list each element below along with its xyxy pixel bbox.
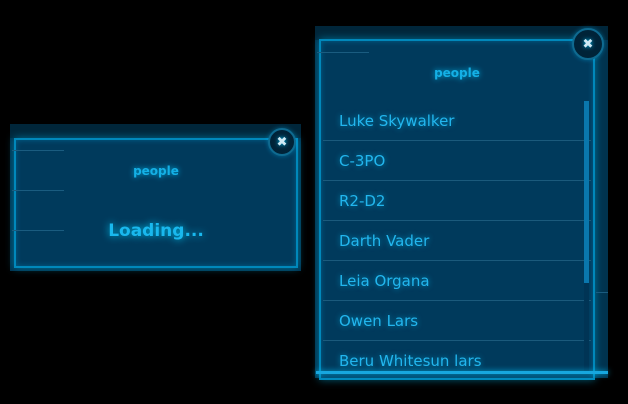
close-button-left[interactable]: ✖	[268, 128, 296, 156]
panel-header-bar	[10, 124, 301, 138]
decor-line	[12, 190, 64, 191]
panel-frame: people Loading...	[12, 138, 298, 268]
left-people-panel: people Loading...	[10, 124, 301, 271]
scrollbar-thumb[interactable]	[584, 101, 589, 283]
decor-line	[596, 292, 608, 293]
panel-bottom-edge	[316, 371, 608, 374]
loading-text: Loading...	[108, 221, 204, 241]
people-list: Luke Skywalker C-3PO R2-D2 Darth Vader L…	[323, 101, 591, 376]
list-item[interactable]: R2-D2	[323, 181, 591, 221]
close-icon: ✖	[582, 36, 594, 52]
panel-title: people	[133, 164, 179, 178]
decor-line	[12, 150, 64, 151]
panel-header-bar	[315, 26, 608, 40]
list-item[interactable]: C-3PO	[323, 141, 591, 181]
right-people-panel: people Luke Skywalker C-3PO R2-D2 Darth …	[315, 26, 608, 380]
list-item[interactable]: Owen Lars	[323, 301, 591, 341]
decor-line	[317, 52, 369, 53]
list-item[interactable]: Luke Skywalker	[323, 101, 591, 141]
panel-frame: people Luke Skywalker C-3PO R2-D2 Darth …	[317, 39, 595, 380]
list-item[interactable]: Leia Organa	[323, 261, 591, 301]
close-icon: ✖	[276, 134, 288, 150]
panel-title: people	[434, 66, 480, 80]
scrollbar-track[interactable]	[584, 101, 589, 374]
list-item[interactable]: Darth Vader	[323, 221, 591, 261]
close-button-right[interactable]: ✖	[572, 28, 604, 60]
